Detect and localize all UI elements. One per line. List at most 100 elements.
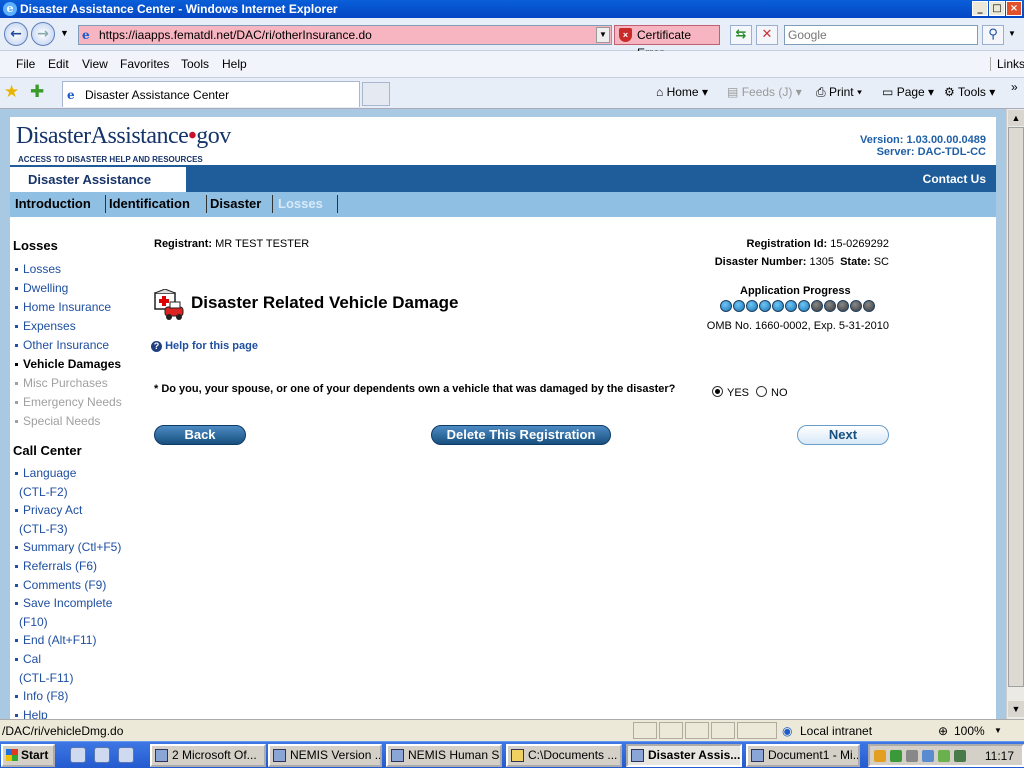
call-center-item-referrals[interactable]: Referrals (F6): [23, 559, 97, 573]
tab-losses[interactable]: Losses: [278, 196, 323, 211]
bullet-icon: [15, 602, 18, 606]
call-center-item-end[interactable]: End (Alt+F11): [23, 633, 96, 647]
task-nemis-human-services[interactable]: NEMIS Human S...: [386, 744, 502, 767]
call-center-item-summary[interactable]: Summary (Ctl+F5): [23, 540, 121, 554]
status-panel: [659, 722, 683, 739]
sidebar-item-other-insurance[interactable]: Other Insurance: [23, 338, 109, 352]
tray-monitor-icon[interactable]: [954, 750, 966, 762]
bullet-icon: [15, 363, 18, 366]
new-tab-button[interactable]: [362, 82, 390, 106]
contact-us-link[interactable]: Contact Us: [923, 172, 986, 186]
scroll-thumb[interactable]: [1008, 127, 1024, 687]
vehicle-damage-icon: [154, 289, 184, 320]
tab-introduction[interactable]: Introduction: [15, 196, 91, 211]
taskbar-clock[interactable]: 11:17: [985, 749, 1014, 763]
address-dropdown-icon[interactable]: ▼: [596, 27, 610, 43]
history-dropdown-icon[interactable]: ▼: [60, 28, 69, 38]
help-link[interactable]: ? Help for this page: [151, 340, 258, 352]
menu-help[interactable]: Help: [222, 57, 247, 71]
call-center-shortcut[interactable]: (CTL-F3): [19, 522, 68, 536]
back-button[interactable]: Back: [154, 425, 246, 445]
yes-label: YES: [727, 387, 750, 399]
tray-volume-icon[interactable]: [922, 750, 934, 762]
sidebar-item-home-insurance[interactable]: Home Insurance: [23, 300, 111, 314]
search-input[interactable]: Google: [784, 25, 978, 45]
call-center-item-info[interactable]: Info (F8): [23, 689, 68, 703]
scroll-down-icon[interactable]: ▼: [1008, 701, 1024, 717]
call-center-shortcut[interactable]: (CTL-F11): [19, 671, 73, 685]
windows-taskbar: Start 2 Microsoft Of... NEMIS Version ..…: [0, 741, 1024, 768]
menu-favorites[interactable]: Favorites: [120, 57, 169, 71]
restore-button[interactable]: □: [989, 1, 1005, 16]
certificate-error-button[interactable]: × Certificate Error: [614, 25, 720, 60]
start-button[interactable]: Start: [1, 744, 55, 767]
task-disaster-assistance[interactable]: Disaster Assis...: [626, 744, 742, 767]
stop-icon[interactable]: ✕: [756, 25, 778, 45]
print-button[interactable]: ⎙ Print ▾: [816, 85, 862, 100]
scroll-up-icon[interactable]: ▲: [1008, 110, 1024, 126]
call-center-shortcut[interactable]: (CTL-F2): [19, 485, 68, 499]
bullet-icon: [15, 546, 18, 550]
sidebar-item-losses[interactable]: Losses: [23, 262, 61, 276]
tray-update-icon[interactable]: [938, 750, 950, 762]
vertical-scrollbar[interactable]: ▲ ▼: [1006, 109, 1024, 719]
tray-network-icon[interactable]: [906, 750, 918, 762]
zoom-dropdown-icon[interactable]: ▼: [994, 726, 1002, 735]
sidebar-item-expenses[interactable]: Expenses: [23, 319, 76, 333]
back-arrow-icon[interactable]: ←: [4, 22, 28, 46]
tab-disaster-assistance[interactable]: e Disaster Assistance Center: [62, 81, 360, 107]
forward-arrow-icon[interactable]: →: [31, 22, 55, 46]
tab-identification[interactable]: Identification: [109, 196, 190, 211]
favorites-star-icon[interactable]: ★: [4, 82, 19, 102]
tray-shield-icon[interactable]: [890, 750, 902, 762]
call-center-item-save[interactable]: Save Incomplete: [23, 596, 112, 610]
add-favorite-icon[interactable]: ✚: [30, 82, 44, 102]
minimize-button[interactable]: _: [972, 1, 988, 16]
no-radio[interactable]: [756, 386, 767, 397]
page-menu-button[interactable]: ▭ Page ▾: [882, 85, 934, 99]
task-documents-folder[interactable]: C:\Documents ...: [506, 744, 622, 767]
bullet-icon: [15, 583, 18, 587]
next-button[interactable]: Next: [797, 425, 889, 445]
menu-file[interactable]: File: [16, 57, 35, 71]
close-button[interactable]: ×: [1006, 1, 1022, 16]
links-toolbar[interactable]: Links: [990, 57, 1024, 71]
address-bar[interactable]: e https://iaapps.fematdl.net/DAC/ri/othe…: [78, 25, 612, 45]
progress-step-dot: [850, 300, 862, 312]
intranet-icon: ◉: [782, 724, 793, 738]
call-center-item-comments[interactable]: Comments (F9): [23, 578, 106, 592]
task-document1-word[interactable]: Document1 - Mi...: [746, 744, 860, 767]
feeds-label: Feeds (J): [741, 85, 793, 99]
yes-radio[interactable]: [712, 386, 723, 397]
quicklaunch-desktop-icon[interactable]: [70, 747, 86, 763]
menu-view[interactable]: View: [82, 57, 108, 71]
menu-tools[interactable]: Tools: [181, 57, 209, 71]
quicklaunch-outlook-icon[interactable]: [118, 747, 134, 763]
site-logo[interactable]: DisasterAssistance•gov: [16, 123, 231, 150]
logo-main-text: DisasterAssistance: [16, 123, 189, 149]
feeds-button[interactable]: ▤ Feeds (J) ▾: [727, 85, 802, 99]
home-button[interactable]: ⌂ Home ▾: [656, 85, 708, 99]
search-options-icon[interactable]: ▼: [1008, 29, 1016, 38]
sidebar-item-dwelling[interactable]: Dwelling: [23, 281, 68, 295]
search-icon[interactable]: ⚲: [982, 25, 1004, 45]
tools-menu-button[interactable]: ⚙ Tools ▾: [944, 85, 995, 99]
bullet-icon: [15, 472, 18, 475]
task-nemis-version[interactable]: NEMIS Version ...: [268, 744, 382, 767]
call-center-item-help[interactable]: Help: [23, 708, 48, 719]
window-title-bar[interactable]: e Disaster Assistance Center - Windows I…: [0, 0, 1024, 18]
task-microsoft-office[interactable]: 2 Microsoft Of...: [150, 744, 266, 767]
tab-disaster[interactable]: Disaster: [210, 196, 261, 211]
menu-edit[interactable]: Edit: [48, 57, 69, 71]
tray-clock-app-icon[interactable]: [874, 750, 886, 762]
refresh-icon[interactable]: ⇆: [730, 25, 752, 45]
delete-registration-button[interactable]: Delete This Registration: [431, 425, 611, 445]
state-value: SC: [873, 256, 889, 268]
more-commands-icon[interactable]: »: [1011, 80, 1018, 94]
call-center-item-cal[interactable]: Cal: [23, 652, 41, 666]
call-center-item-privacy[interactable]: Privacy Act: [23, 503, 82, 517]
quicklaunch-ie-icon[interactable]: [94, 747, 110, 763]
call-center-shortcut[interactable]: (F10): [19, 615, 48, 629]
zoom-level[interactable]: 100%: [954, 724, 985, 738]
call-center-item-language[interactable]: Language: [23, 466, 76, 480]
